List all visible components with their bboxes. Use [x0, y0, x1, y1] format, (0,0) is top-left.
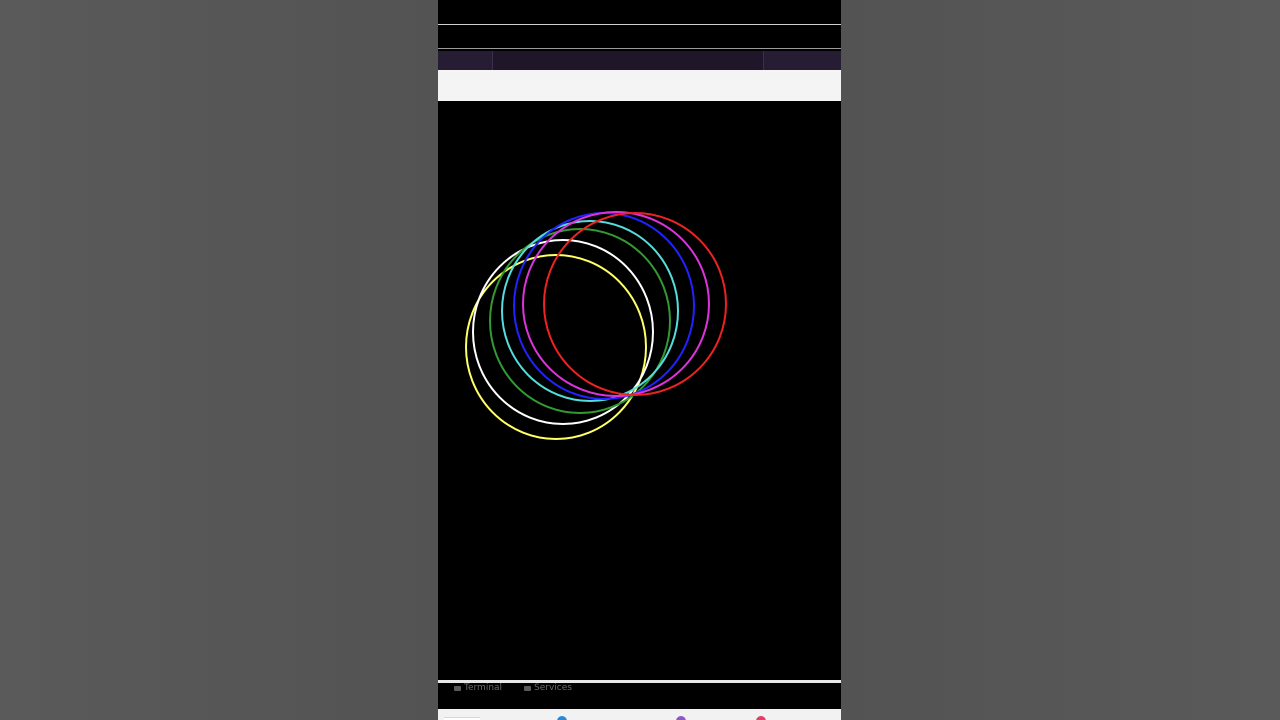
circle-4: [513, 212, 695, 400]
app-icon[interactable]: [676, 716, 686, 720]
dock: [438, 709, 841, 720]
top-status-bar: [438, 0, 841, 24]
divider: [438, 48, 841, 49]
services-icon: [524, 685, 531, 691]
app-icon[interactable]: [756, 716, 766, 720]
status-tab-label: Terminal: [464, 683, 503, 693]
blurred-background-left: [0, 0, 438, 720]
menu-segment[interactable]: [764, 51, 841, 70]
address-bar[interactable]: [438, 70, 841, 102]
circle-5: [522, 211, 710, 397]
bottom-status-bar: Terminal Services: [438, 683, 841, 709]
phone-screen: Terminal Services: [438, 0, 841, 720]
blurred-background-right: [841, 0, 1280, 720]
browser-icon[interactable]: [557, 716, 567, 720]
status-tab-services[interactable]: Services: [524, 683, 572, 693]
divider: [438, 24, 841, 25]
drawing-canvas: [438, 101, 841, 679]
terminal-icon: [454, 685, 461, 691]
menu-segment[interactable]: [438, 51, 493, 70]
menu-segment[interactable]: [493, 51, 764, 70]
status-tab-label: Services: [534, 683, 572, 693]
menu-bar: [438, 51, 841, 70]
circles-drawing: [465, 211, 727, 440]
status-tab-terminal[interactable]: Terminal: [454, 683, 502, 693]
